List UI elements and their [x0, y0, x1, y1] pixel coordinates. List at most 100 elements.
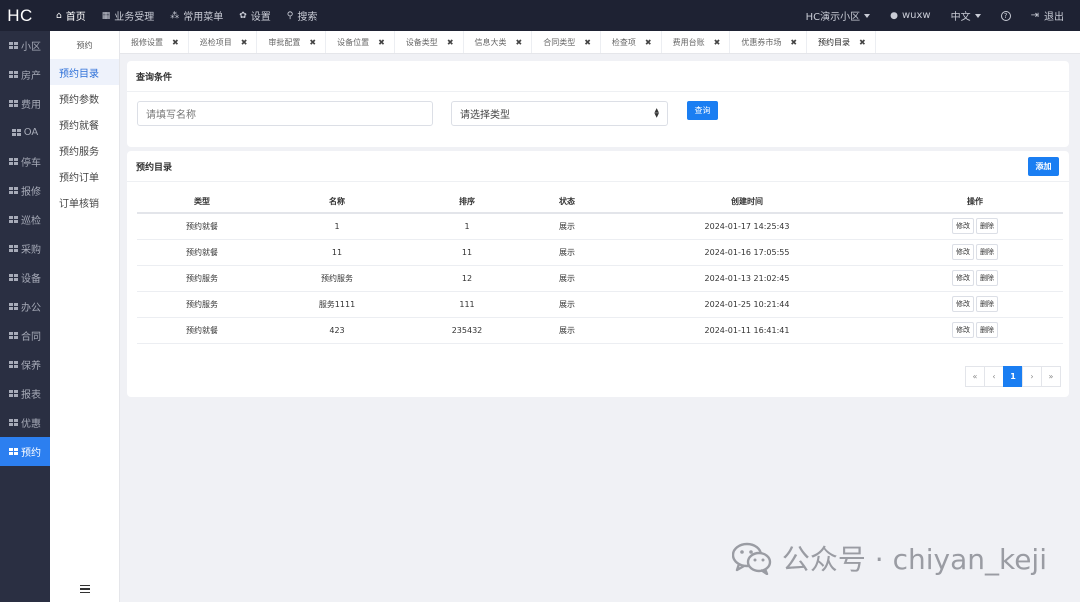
- nav-settings[interactable]: ✿ 设置: [231, 0, 279, 31]
- sidebar-item-booking[interactable]: 预约: [0, 437, 50, 466]
- subnav-booking-orders[interactable]: 预约订单: [50, 163, 119, 189]
- page-current-button[interactable]: 1: [1003, 366, 1023, 387]
- delete-button[interactable]: 删除: [976, 244, 998, 260]
- edit-button[interactable]: 修改: [952, 322, 974, 338]
- delete-button[interactable]: 删除: [976, 218, 998, 235]
- grid-icon: [9, 158, 18, 165]
- top-nav: ⌂ 首页 ▦ 业务受理 ⁂ 常用菜单 ✿ 设置 ⚲ 搜索: [48, 0, 325, 31]
- collapse-menu-button[interactable]: [50, 583, 120, 599]
- close-icon[interactable]: ✖: [378, 38, 385, 47]
- name-search-input[interactable]: 请填写名称: [137, 101, 433, 126]
- close-icon[interactable]: ✖: [790, 38, 797, 47]
- nav-common-menu[interactable]: ⁂ 常用菜单: [162, 0, 231, 31]
- nav-business[interactable]: ▦ 业务受理: [94, 0, 163, 31]
- page-prev-button[interactable]: ‹: [984, 366, 1004, 387]
- close-icon[interactable]: ✖: [584, 38, 591, 47]
- home-icon: ⌂: [56, 10, 62, 21]
- sidebar-item-parking[interactable]: 停车: [0, 147, 50, 176]
- nav-home[interactable]: ⌂ 首页: [48, 0, 94, 31]
- sidebar-item-contract[interactable]: 合同: [0, 321, 50, 350]
- main-sidebar: 小区 房产 费用 OA 停车 报修 巡检 采购 设备 办公 合同 保养 报表 优…: [0, 31, 50, 602]
- table-row: 预约服务 服务1111 111 展示 2024-01-25 10:21:44 修…: [137, 291, 1063, 318]
- tab-fee-ledger[interactable]: 费用台账 ✖: [662, 31, 731, 53]
- col-status: 状态: [527, 191, 607, 214]
- subnav-booking-services[interactable]: 预约服务: [50, 137, 119, 163]
- subnav-order-verification[interactable]: 订单核销: [50, 189, 119, 215]
- tab-booking-catalog[interactable]: 预约目录 ✖: [807, 31, 876, 53]
- close-icon[interactable]: ✖: [645, 38, 652, 47]
- sidebar-item-inspection[interactable]: 巡检: [0, 205, 50, 234]
- close-icon[interactable]: ✖: [172, 38, 179, 47]
- sidebar-item-maintenance[interactable]: 保养: [0, 350, 50, 379]
- tab-coupon-market[interactable]: 优惠券市场 ✖: [730, 31, 808, 53]
- close-icon[interactable]: ✖: [309, 38, 316, 47]
- close-icon[interactable]: ✖: [714, 38, 721, 47]
- edit-button[interactable]: 修改: [952, 218, 974, 235]
- edit-button[interactable]: 修改: [952, 270, 974, 286]
- sidebar-item-community[interactable]: 小区: [0, 31, 50, 60]
- top-navbar: HC ⌂ 首页 ▦ 业务受理 ⁂ 常用菜单 ✿ 设置 ⚲ 搜索 HC演示小区 ● wuxw …: [0, 0, 1080, 31]
- sidebar-item-oa[interactable]: OA: [0, 118, 50, 147]
- language-dropdown[interactable]: 中文: [941, 0, 991, 31]
- tab-device-type[interactable]: 设备类型 ✖: [395, 31, 464, 53]
- page-first-button[interactable]: «: [965, 366, 985, 387]
- subnav-booking-params[interactable]: 预约参数: [50, 85, 119, 111]
- user-menu[interactable]: ● wuxw: [880, 0, 940, 31]
- app-logo[interactable]: HC: [0, 6, 40, 26]
- sidebar-item-equipment[interactable]: 设备: [0, 263, 50, 292]
- grid-icon: [9, 390, 18, 397]
- table-header: 类型 名称 排序 状态 创建时间 操作: [137, 191, 1063, 214]
- help-icon: ?: [1000, 10, 1011, 21]
- chevron-down-icon: [864, 13, 871, 18]
- tab-info-category[interactable]: 信息大类 ✖: [464, 31, 533, 53]
- table-row: 预约就餐 1 1 展示 2024-01-17 14:25:43 修改 删除: [137, 213, 1063, 240]
- watermark-text: 公众号 · chiyan_keji: [781, 543, 1047, 576]
- delete-button[interactable]: 删除: [976, 322, 998, 338]
- type-select[interactable]: 请选择类型 ▲ ▼: [451, 101, 668, 126]
- search-icon: ⚲: [286, 10, 294, 21]
- catalog-panel-title: 预约目录 添加: [127, 151, 1069, 182]
- col-sort: 排序: [407, 191, 527, 214]
- subnav-booking-meals[interactable]: 预约就餐: [50, 111, 119, 137]
- sidebar-item-purchase[interactable]: 采购: [0, 234, 50, 263]
- delete-button[interactable]: 删除: [976, 296, 998, 312]
- sidebar-item-reports[interactable]: 报表: [0, 379, 50, 408]
- grid-icon: [9, 274, 18, 281]
- close-icon[interactable]: ✖: [241, 38, 248, 47]
- sidebar-item-property[interactable]: 房产: [0, 60, 50, 89]
- tab-approval-config[interactable]: 审批配置 ✖: [257, 31, 327, 53]
- tab-repair-settings[interactable]: 报修设置 ✖: [120, 31, 189, 53]
- user-icon: ●: [890, 10, 898, 21]
- close-icon[interactable]: ✖: [516, 38, 523, 47]
- sidebar-item-fees[interactable]: 费用: [0, 89, 50, 118]
- nav-search[interactable]: ⚲ 搜索: [279, 0, 326, 31]
- community-dropdown[interactable]: HC演示小区: [796, 0, 881, 31]
- page-next-button[interactable]: ›: [1022, 366, 1042, 387]
- sidebar-item-office[interactable]: 办公: [0, 292, 50, 321]
- query-button[interactable]: 查询: [687, 101, 718, 120]
- add-button[interactable]: 添加: [1028, 157, 1059, 176]
- col-actions: 操作: [887, 191, 1063, 214]
- tab-device-location[interactable]: 设备位置 ✖: [326, 31, 395, 53]
- sidebar-item-repair[interactable]: 报修: [0, 176, 50, 205]
- logout-icon: ⇥: [1030, 10, 1039, 21]
- tab-contract-type[interactable]: 合同类型 ✖: [532, 31, 601, 53]
- close-icon[interactable]: ✖: [859, 38, 866, 47]
- help-button[interactable]: ?: [991, 0, 1021, 31]
- catalog-table: 类型 名称 排序 状态 创建时间 操作 预约就餐 1 1 展示 2024-01-…: [137, 191, 1063, 344]
- subnav-booking-catalog[interactable]: 预约目录: [50, 59, 119, 85]
- edit-button[interactable]: 修改: [952, 244, 974, 260]
- grid-icon: [9, 187, 18, 194]
- delete-button[interactable]: 删除: [976, 270, 998, 286]
- tab-check-items[interactable]: 检查项 ✖: [601, 31, 662, 53]
- table-row: 预约就餐 423 235432 展示 2024-01-11 16:41:41 修…: [137, 317, 1063, 344]
- page-last-button[interactable]: »: [1041, 366, 1061, 387]
- sidebar-item-discount[interactable]: 优惠: [0, 408, 50, 437]
- tab-inspection-items[interactable]: 巡检项目 ✖: [189, 31, 258, 53]
- logout-button[interactable]: ⇥ 退出: [1021, 0, 1074, 31]
- col-name: 名称: [267, 191, 407, 214]
- close-icon[interactable]: ✖: [447, 38, 454, 47]
- query-panel: 查询条件 请填写名称 请选择类型 ▲ ▼ 查询: [127, 61, 1069, 147]
- edit-button[interactable]: 修改: [952, 296, 974, 312]
- table-icon: ▦: [101, 10, 111, 21]
